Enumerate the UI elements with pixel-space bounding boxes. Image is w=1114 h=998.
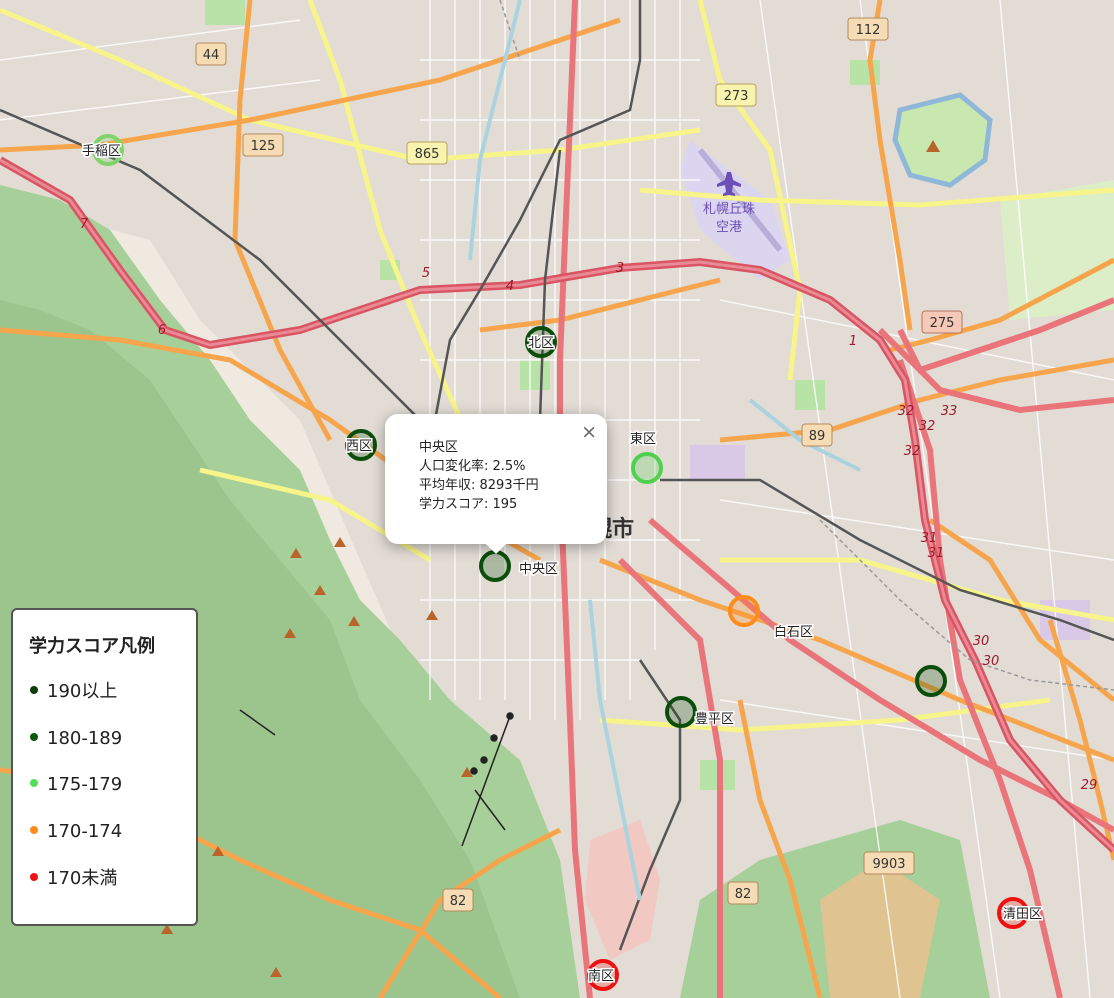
legend-item: 180-189: [30, 727, 122, 751]
legend-dot: [30, 733, 38, 741]
legend-label: 180-189: [47, 728, 123, 749]
route-label-32-a: 32: [898, 404, 915, 419]
road-shield-865: 865: [415, 147, 440, 162]
score-legend: 学力スコア凡例 190以上 180-189 175-179 170-174 17…: [11, 608, 198, 926]
district-label: 東区: [630, 431, 656, 447]
district-marker-circle[interactable]: [728, 595, 760, 627]
legend-dot: [30, 686, 38, 694]
popup-close-button[interactable]: ×: [581, 421, 597, 443]
legend-title: 学力スコア凡例: [29, 636, 155, 657]
ring-label-3: 3: [616, 261, 624, 276]
ring-label-7: 7: [80, 217, 89, 232]
district-label: 南区: [588, 968, 614, 984]
district-label: 手稲区: [82, 144, 121, 159]
district-label: 北区: [528, 336, 554, 351]
road-shield-82-b: 82: [735, 887, 752, 902]
route-label-31-a: 31: [921, 531, 938, 546]
popup-tip: [485, 543, 507, 554]
road-shield-112: 112: [856, 23, 881, 38]
district-label: 中央区: [519, 562, 558, 577]
legend-label: 170-174: [47, 821, 123, 842]
road-shield-9903: 9903: [872, 857, 905, 872]
route-label-32-b: 32: [919, 419, 936, 434]
airport-label-line1: 札幌丘珠: [703, 201, 755, 217]
route-label-29: 29: [1081, 778, 1098, 793]
district-marker[interactable]: 南区: [587, 959, 619, 991]
district-marker[interactable]: 北区: [525, 326, 557, 358]
route-label-33: 33: [941, 404, 958, 419]
road-shield-89: 89: [809, 429, 826, 444]
ring-label-5: 5: [422, 266, 430, 281]
route-label-31-b: 31: [928, 546, 945, 561]
district-label: 豊平区: [695, 712, 734, 727]
ring-label-6: 6: [158, 323, 166, 338]
legend-dot: [30, 826, 38, 834]
route-label-30-a: 30: [973, 634, 990, 649]
popup-average-income: 平均年収: 8293千円: [419, 478, 539, 493]
legend-dot: [30, 873, 38, 881]
road-shield-82-a: 82: [450, 894, 467, 909]
road-shield-44: 44: [203, 48, 220, 63]
district-marker-circle[interactable]: [479, 550, 511, 582]
legend-dot: [30, 779, 38, 787]
road-shield-125: 125: [251, 139, 276, 154]
legend-label: 175-179: [47, 774, 123, 795]
popup-district-name: 中央区: [419, 440, 459, 455]
road-shield-273: 273: [724, 89, 749, 104]
district-marker[interactable]: 西区: [345, 429, 377, 461]
info-popup: × 中央区 人口変化率: 2.5% 平均年収: 8293千円 学力スコア: 19…: [385, 414, 607, 554]
district-marker[interactable]: [915, 665, 947, 697]
district-label: 西区: [346, 439, 372, 454]
ring-label-1: 1: [849, 334, 857, 349]
legend-item: 175-179: [30, 773, 122, 797]
popup-population-change: 人口変化率: 2.5%: [419, 459, 526, 474]
district-marker-circle[interactable]: [631, 452, 663, 484]
ring-label-4: 4: [506, 279, 514, 294]
legend-item: 170未満: [30, 867, 117, 891]
popup-academic-score: 学力スコア: 195: [419, 497, 518, 512]
district-marker-circle[interactable]: [665, 696, 697, 728]
legend-label: 190以上: [47, 681, 118, 702]
legend-label: 170未満: [47, 868, 118, 889]
district-marker-circle[interactable]: [915, 665, 947, 697]
district-label: 清田区: [1003, 907, 1042, 922]
legend-item: 170-174: [30, 820, 122, 844]
airport-label-line2: 空港: [716, 220, 742, 235]
district-label: 白石区: [774, 624, 813, 640]
legend-item: 190以上: [30, 680, 117, 704]
route-label-30-b: 30: [983, 654, 1000, 669]
route-label-32-c: 32: [904, 444, 921, 459]
road-shield-275: 275: [930, 316, 955, 331]
